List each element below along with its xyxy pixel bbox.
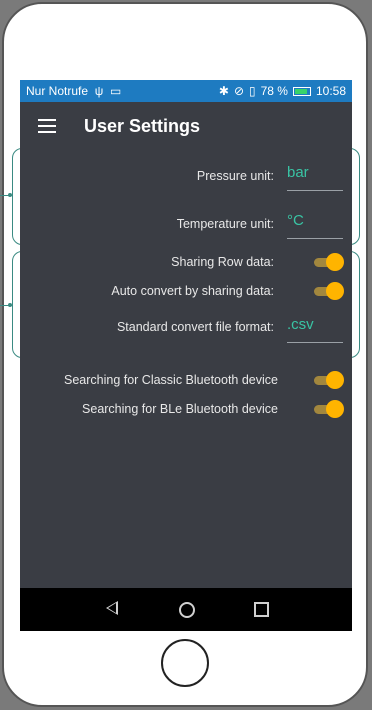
menu-icon[interactable] <box>38 115 56 137</box>
sim-icon: ▯ <box>249 84 256 98</box>
status-left: Nur Notrufe ψ ▭ <box>26 84 121 98</box>
battery-percent: 78 % <box>260 84 288 98</box>
pressure-unit-label: Pressure unit: <box>196 169 274 183</box>
clock: 10:58 <box>315 84 346 98</box>
page-title: User Settings <box>84 115 201 136</box>
toggle-thumb <box>326 282 344 300</box>
app-screen: Nur Notrufe ψ ▭ ✱ ⊘ ▯ 78 % 10:58 User Se… <box>20 80 352 631</box>
phone-home-button[interactable] <box>161 639 209 687</box>
recent-apps-icon[interactable] <box>254 602 269 617</box>
sharing-group-connector <box>0 303 12 307</box>
auto-convert-label: Auto convert by sharing data: <box>111 284 274 298</box>
back-icon[interactable] <box>106 601 118 615</box>
file-format-label: Standard convert file format: <box>116 320 274 334</box>
units-group-connector <box>0 193 12 197</box>
toggle-thumb <box>326 400 344 418</box>
navigation-bar <box>20 588 352 631</box>
temperature-unit-field[interactable]: °C <box>287 212 343 239</box>
status-bar: Nur Notrufe ψ ▭ ✱ ⊘ ▯ 78 % 10:58 <box>20 80 352 102</box>
auto-convert-toggle[interactable] <box>312 282 344 300</box>
file-format-field[interactable]: .csv <box>287 316 343 343</box>
classic-bluetooth-toggle[interactable] <box>312 371 344 389</box>
battery-icon <box>292 86 311 96</box>
toggle-thumb <box>326 371 344 389</box>
pressure-unit-field[interactable]: bar <box>287 164 343 191</box>
sharing-row-data-toggle[interactable] <box>312 253 344 271</box>
ble-bluetooth-label: Searching for BLe Bluetooth device <box>82 402 278 416</box>
usb-icon: ψ <box>91 84 104 98</box>
app-bar: User Settings <box>20 102 352 150</box>
sharing-row-data-label: Sharing Row data: <box>171 255 274 269</box>
image-icon: ▭ <box>106 84 122 98</box>
classic-bluetooth-label: Searching for Classic Bluetooth device <box>63 373 278 387</box>
bluetooth-icon: ✱ <box>218 84 229 98</box>
status-right: ✱ ⊘ ▯ 78 % 10:58 <box>219 84 346 98</box>
toggle-thumb <box>326 253 344 271</box>
carrier-name: Nur Notrufe <box>26 84 89 98</box>
ble-bluetooth-toggle[interactable] <box>312 400 344 418</box>
home-icon[interactable] <box>179 602 195 618</box>
vibrate-icon: ⊘ <box>233 84 244 98</box>
temperature-unit-label: Temperature unit: <box>176 217 274 231</box>
